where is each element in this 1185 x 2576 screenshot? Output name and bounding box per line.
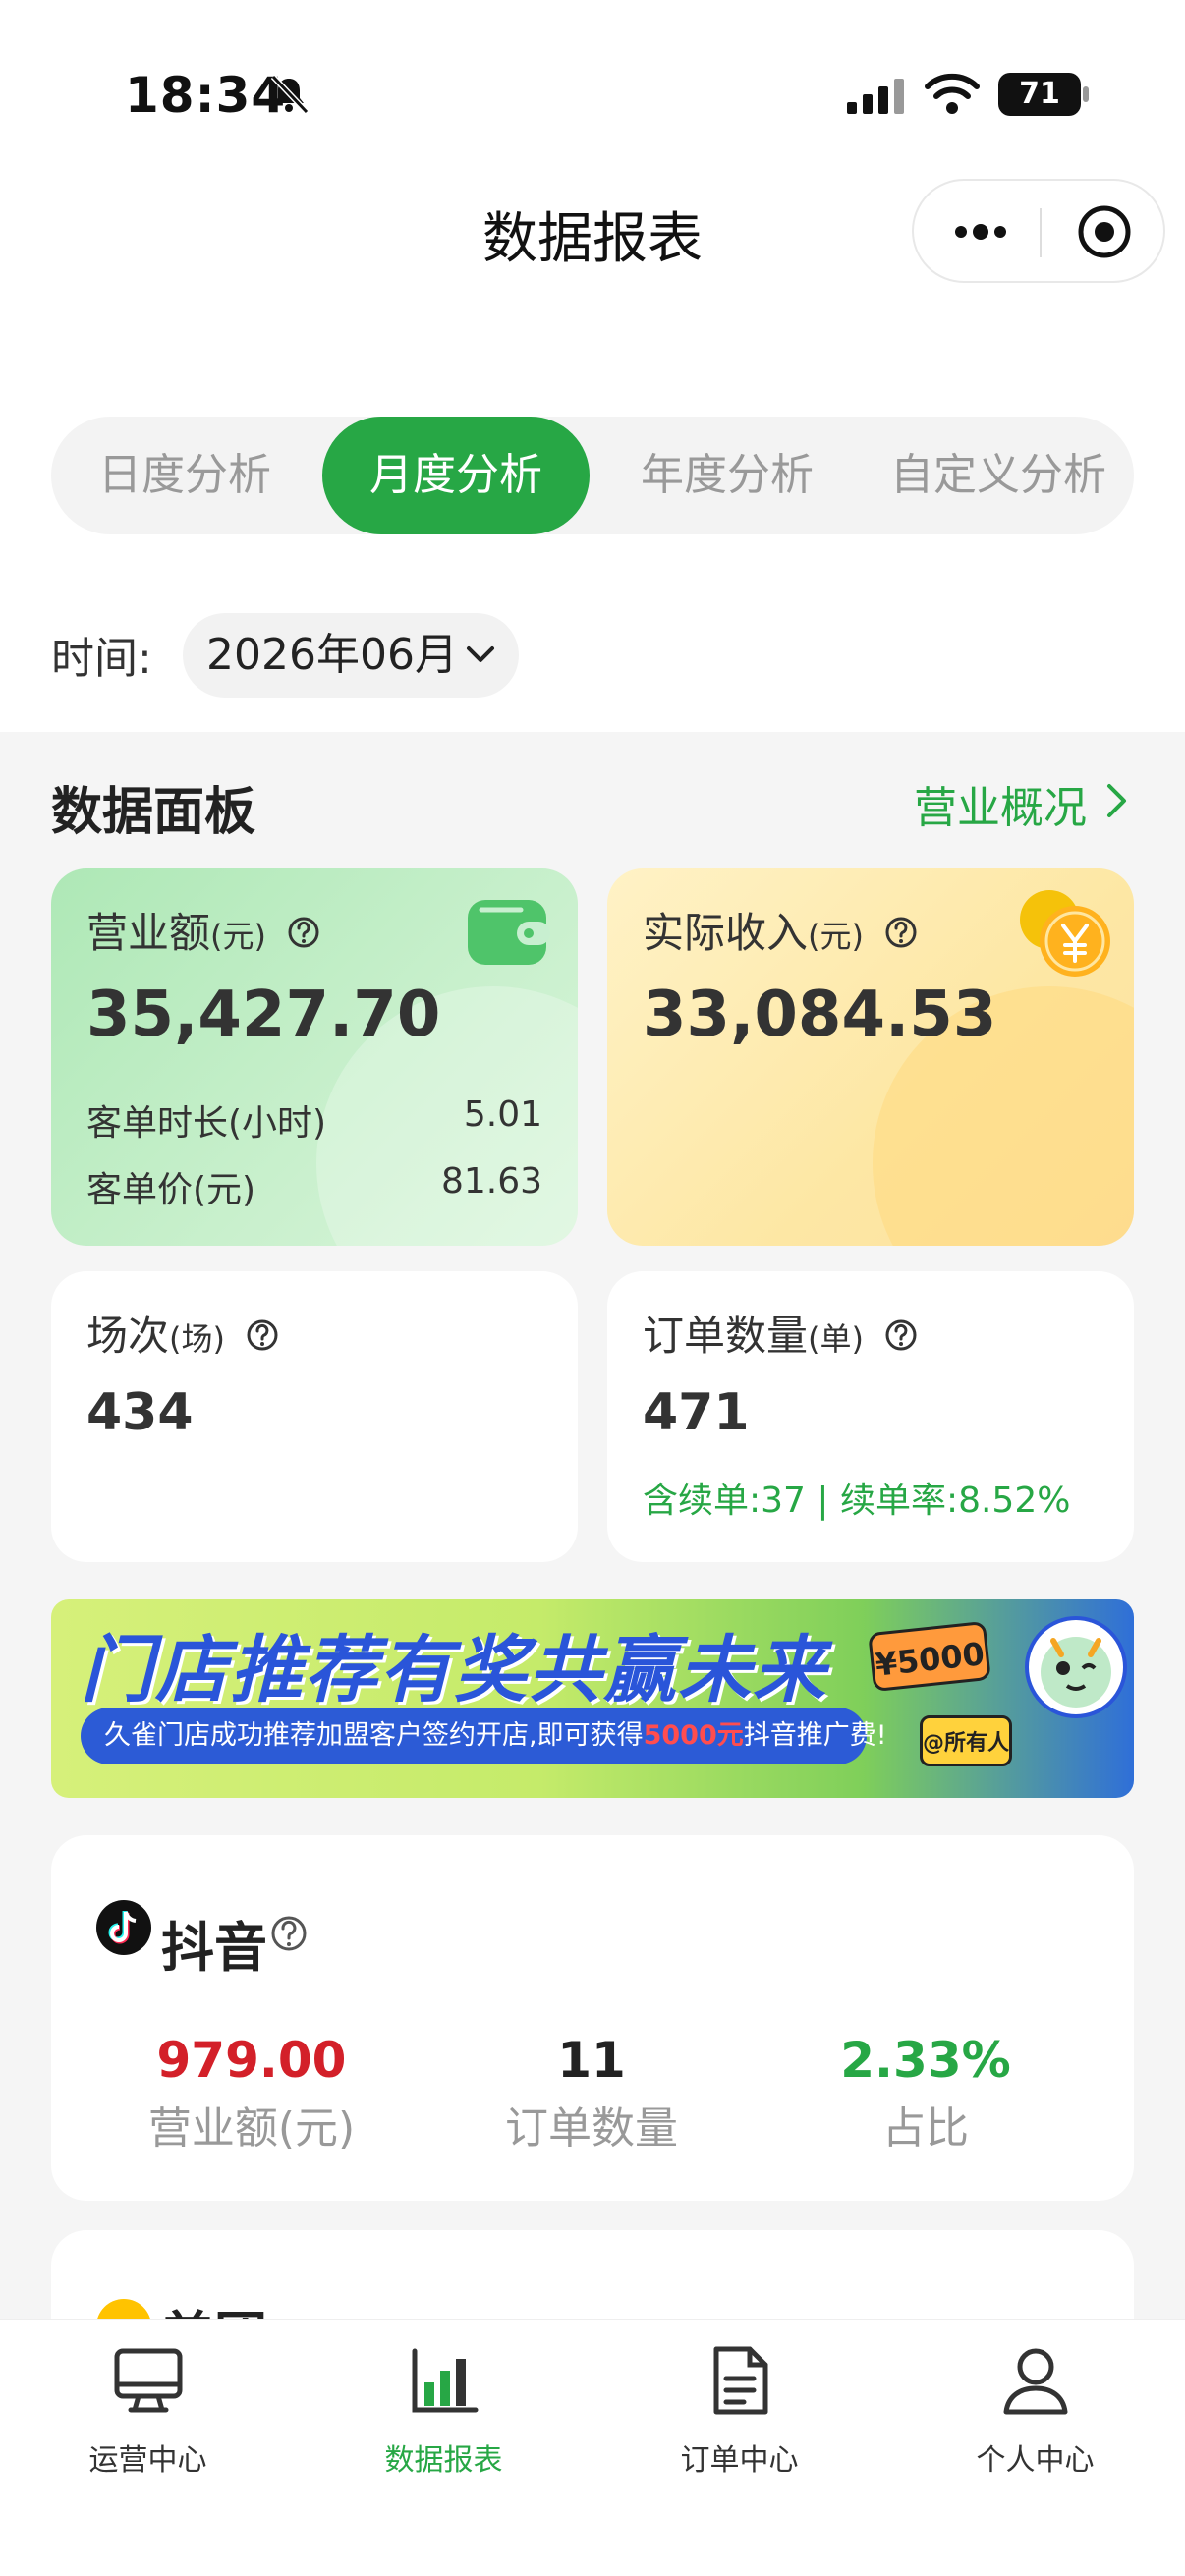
nav-profile-label: 个人中心 [976,2443,1095,2478]
capsule-divider [1040,208,1042,257]
avg-duration-value: 5.01 [463,1094,542,1135]
douyin-share-label: 占比 [882,2103,969,2154]
douyin-logo-icon [96,1900,151,1955]
yen-coin-icon [1020,890,1110,977]
douyin-orders-label: 订单数量 [505,2103,678,2154]
nav-reports[interactable]: 数据报表 [296,2341,592,2479]
nav-profile[interactable]: 个人中心 [887,2341,1183,2479]
help-icon[interactable] [246,1318,279,1352]
banner-subtitle: 久雀门店成功推荐加盟客户签约开店,即可获得5000元抖音推广费! [81,1708,887,1764]
month-picker[interactable]: 2026年06月 [183,613,519,698]
tab-yearly[interactable]: 年度分析 [593,417,861,534]
income-value: 33,084.53 [643,979,997,1051]
battery-indicator: 71 [998,73,1089,116]
nav-operations-label: 运营中心 [88,2443,207,2478]
banner-title: 门店推荐有奖共赢未来 [81,1628,827,1712]
business-overview-link[interactable]: 营业概况 [914,772,1087,835]
douyin-card: 抖音 979.00 营业额(元) 11 订单数量 2.33% 占比 [51,1835,1134,2201]
bottom-tab-bar: 运营中心 数据报表 订单中心 个人中心 [0,2319,1185,2576]
nav-orders[interactable]: 订单中心 [592,2341,887,2479]
douyin-revenue-value: 979.00 [156,2032,347,2089]
help-icon[interactable] [884,1318,918,1352]
tab-custom[interactable]: 自定义分析 [863,417,1134,534]
avg-duration-row: 客单时长(小时) 5.01 [86,1094,542,1146]
sessions-label: 场次(场) [86,1303,279,1363]
mini-program-capsule [912,179,1165,283]
orders-label: 订单数量(单) [643,1303,918,1363]
time-label: 时间: [51,634,152,684]
income-card[interactable]: 实际收入(元) 33,084.53 [607,868,1134,1246]
chevron-right-icon[interactable] [1104,782,1130,819]
nav-orders-label: 订单中心 [680,2443,799,2478]
douyin-revenue-label: 营业额(元) [147,2103,356,2154]
douyin-orders: 11 订单数量 [415,2032,768,2156]
tab-monthly[interactable]: 月度分析 [322,417,590,534]
bell-muted-icon [270,74,310,115]
avg-price-row: 客单价(元) 81.63 [86,1161,542,1212]
help-icon[interactable] [884,916,918,949]
tab-daily[interactable]: 日度分析 [51,417,318,534]
douyin-orders-value: 11 [557,2032,626,2089]
analysis-tabs: 日度分析 月度分析 年度分析 自定义分析 [51,417,1134,534]
monitor-icon [114,2348,182,2413]
douyin-share: 2.33% 占比 [749,2032,1102,2156]
douyin-title: 抖音 [161,1917,267,1979]
banner-mention-tag: @所有人 [920,1715,1012,1766]
douyin-revenue: 979.00 营业额(元) [75,2032,428,2156]
douyin-share-value: 2.33% [840,2032,1011,2089]
nav-reports-label: 数据报表 [384,2443,503,2478]
revenue-card[interactable]: 营业额(元) 35,427.70 客单时长(小时) 5.01 客单价(元) 81… [51,868,578,1246]
revenue-value: 35,427.70 [86,979,441,1051]
help-icon[interactable] [287,916,320,949]
chevron-down-icon [467,646,494,662]
status-bar: 18:34 71 [0,59,1185,138]
avg-price-value: 81.63 [440,1161,542,1202]
close-target-icon[interactable] [1075,202,1134,261]
mascot-icon [1025,1616,1127,1718]
orders-value: 471 [643,1383,750,1442]
banner-price-tag: ¥5000 [868,1620,991,1693]
panel-title: 数据面板 [51,783,256,842]
user-icon [1003,2348,1067,2415]
wifi-icon [925,73,980,114]
status-time: 18:34 [125,67,287,124]
promo-banner[interactable]: 门店推荐有奖共赢未来 久雀门店成功推荐加盟客户签约开店,即可获得5000元抖音推… [51,1599,1134,1798]
avg-duration-label: 客单时长(小时) [86,1103,327,1144]
more-icon[interactable] [949,210,1012,253]
sessions-card[interactable]: 场次(场) 434 [51,1271,578,1562]
signal-icon [847,79,904,114]
wallet-icon [468,900,550,965]
renewal-info: 含续单:37 | 续单率:8.52% [643,1481,1071,1521]
orders-card[interactable]: 订单数量(单) 471 含续单:37 | 续单率:8.52% [607,1271,1134,1562]
sessions-value: 434 [86,1383,194,1442]
month-picker-value: 2026年06月 [206,630,458,680]
income-label: 实际收入(元) [643,900,918,960]
avg-price-label: 客单价(元) [86,1170,256,1210]
revenue-label: 营业额(元) [86,900,320,960]
help-icon[interactable] [269,1914,309,1953]
nav-operations[interactable]: 运营中心 [0,2341,296,2479]
document-icon [713,2346,767,2415]
bar-chart-icon [412,2348,478,2413]
